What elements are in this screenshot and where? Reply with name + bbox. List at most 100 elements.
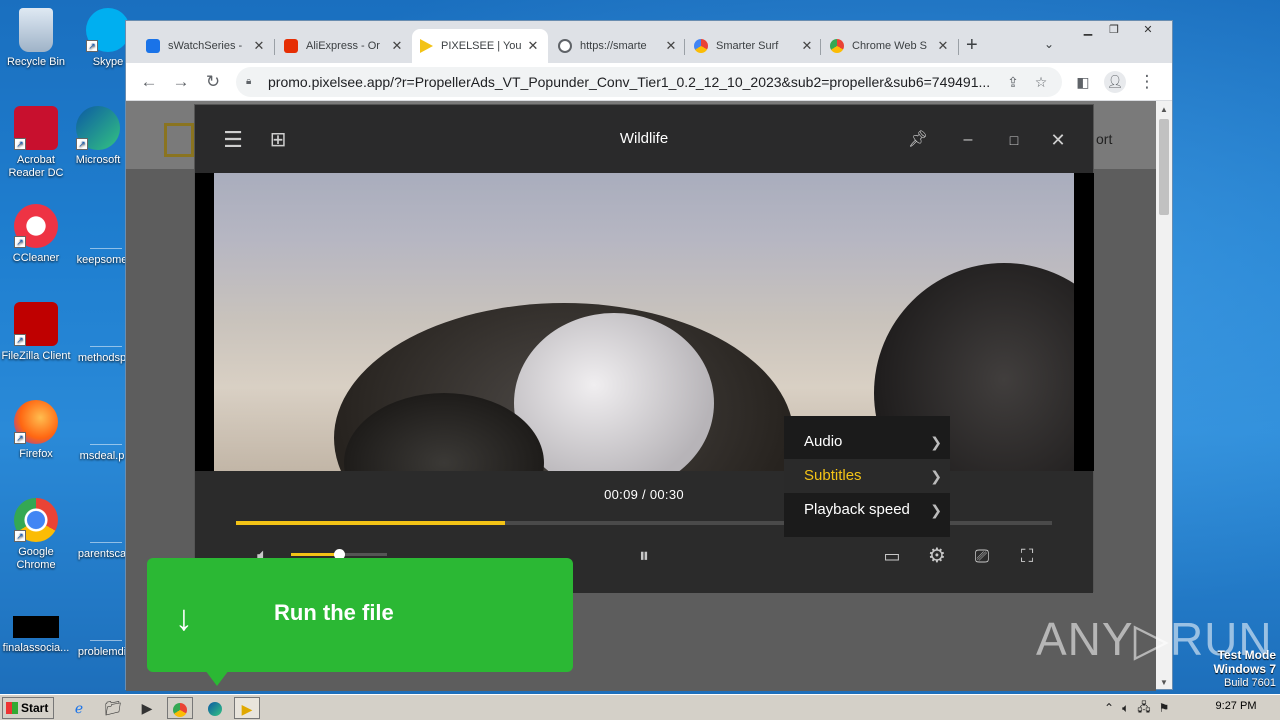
scroll-thumb[interactable]: [1159, 119, 1169, 215]
test-mode-notice: Test Mode Windows 7 Build 7601: [1170, 648, 1276, 690]
chrome-web-store-favicon-icon: [830, 39, 844, 53]
scroll-up-icon[interactable]: ▲: [1156, 105, 1172, 114]
support-link[interactable]: ort: [1096, 131, 1112, 147]
taskbar-media-player-icon[interactable]: ▶: [134, 697, 160, 719]
tab-search-chevron-icon[interactable]: ⌄: [1044, 37, 1054, 51]
desktop-icon-finalassocia[interactable]: finalassocia...: [0, 616, 72, 655]
minimize-icon[interactable]: –: [955, 127, 981, 153]
volume-slider-fill: [291, 553, 339, 556]
add-media-icon[interactable]: ⊞: [265, 127, 291, 153]
menu-item-audio[interactable]: Audio ❯: [784, 425, 950, 459]
desktop-icon-label: problemdi: [77, 646, 127, 658]
restore-window-button[interactable]: ❐: [1100, 21, 1128, 39]
reload-icon[interactable]: ↻: [202, 71, 224, 93]
forward-arrow-icon[interactable]: →: [170, 71, 192, 93]
chevron-right-icon: ❯: [930, 468, 942, 484]
desktop-icon-label: CCleaner: [12, 252, 60, 264]
bookmark-star-icon[interactable]: ☆: [1030, 74, 1052, 91]
chrome-icon: ↗: [14, 498, 58, 542]
desktop-icon-label: Google Chrome: [16, 546, 56, 571]
desktop-divider: [90, 248, 122, 249]
settings-gear-icon[interactable]: ⚙︎: [922, 541, 952, 571]
close-icon[interactable]: ✕: [1045, 127, 1071, 153]
tab-pixelsee[interactable]: PIXELSEE | You ✕: [412, 29, 548, 63]
swatchseries-favicon-icon: [146, 39, 160, 53]
volume-slider[interactable]: [291, 549, 387, 560]
lock-icon: 🔒︎: [246, 76, 252, 87]
clock[interactable]: 9:27 PM: [1196, 700, 1276, 712]
close-tab-icon[interactable]: ✕: [252, 38, 266, 54]
desktop-icon-edge[interactable]: ↗ Microsoft: [62, 106, 134, 167]
seek-bar-fill: [236, 521, 506, 525]
profile-avatar-icon[interactable]: 👤︎: [1104, 71, 1126, 93]
maximize-icon[interactable]: □: [1001, 127, 1027, 153]
address-bar[interactable]: 🔒︎ promo.pixelsee.app/?r=PropellerAds_VT…: [236, 67, 1062, 97]
desktop-icon-label: parentsca: [77, 548, 127, 560]
site-logo-icon[interactable]: [164, 123, 194, 157]
desktop-icon-label: Acrobat Reader DC: [8, 154, 64, 179]
url-text[interactable]: promo.pixelsee.app/?r=PropellerAds_VT_Po…: [268, 74, 996, 90]
more-menu-icon[interactable]: ⋮: [1136, 71, 1158, 93]
tab-smarter-surf[interactable]: Smarter Surf ✕: [686, 29, 822, 63]
taskbar-pixelsee-icon[interactable]: ▶: [234, 697, 260, 719]
desktop-icon-label: finalassocia...: [2, 642, 70, 654]
tab-label: Chrome Web S: [852, 40, 927, 52]
pixelsee-favicon-icon: [420, 39, 433, 53]
new-tab-button[interactable]: +: [966, 35, 978, 55]
back-arrow-icon[interactable]: ←: [138, 71, 160, 93]
tray-expand-icon[interactable]: ⌃: [1104, 701, 1114, 715]
desktop-icon-recycle-bin[interactable]: Recycle Bin: [0, 8, 72, 69]
recycle-bin-icon: [19, 8, 53, 52]
tab-chrome-web-store[interactable]: Chrome Web S ✕: [822, 29, 958, 63]
network-icon[interactable]: 🖧: [1137, 698, 1150, 719]
close-tab-icon[interactable]: ✕: [390, 38, 404, 54]
letterbox-left: [195, 173, 214, 471]
close-tab-icon[interactable]: ✕: [664, 38, 678, 54]
menu-item-playback-speed[interactable]: Playback speed ❯: [784, 493, 950, 527]
tab-aliexpress[interactable]: AliExpress - Or ✕: [276, 29, 412, 63]
globe-icon: [558, 39, 572, 53]
black-file-icon: [13, 616, 59, 638]
close-tab-icon[interactable]: ✕: [526, 38, 540, 54]
subtitles-icon[interactable]: ▭: [877, 541, 907, 571]
minimize-window-button[interactable]: ▁: [1074, 21, 1102, 39]
desktop-icon-label: Firefox: [19, 448, 53, 460]
chevron-right-icon: ❯: [930, 502, 942, 518]
fullscreen-icon[interactable]: ⛶: [1012, 541, 1042, 571]
speaker-icon[interactable]: 🔈︎: [1122, 701, 1129, 716]
taskbar-edge-icon[interactable]: [202, 697, 228, 719]
pin-icon[interactable]: 📌︎: [905, 127, 931, 153]
pause-icon[interactable]: ⏸︎: [629, 541, 659, 571]
tab-smarte[interactable]: https://smarte ✕: [550, 29, 686, 63]
desktop-icon-filezilla[interactable]: ↗ FileZilla Client: [0, 302, 72, 363]
taskbar-chrome-icon[interactable]: [167, 697, 193, 719]
desktop-icon-ccleaner[interactable]: ↗ CCleaner: [0, 204, 72, 265]
desktop-icon-firefox[interactable]: ↗ Firefox: [0, 400, 72, 461]
start-button[interactable]: Start: [2, 697, 54, 719]
tab-swatchseries[interactable]: sWatchSeries - ✕: [138, 29, 274, 63]
close-tab-icon[interactable]: ✕: [800, 38, 814, 54]
desktop-icon-chrome[interactable]: ↗ Google Chrome: [0, 498, 72, 572]
run-file-banner[interactable]: ↓ Run the file: [147, 558, 573, 686]
cast-icon[interactable]: ⎚: [967, 541, 997, 571]
desktop-icon-label: msdeal.p: [79, 450, 125, 462]
edge-icon: ↗: [76, 106, 120, 150]
close-window-button[interactable]: ✕: [1134, 21, 1162, 39]
menu-item-subtitles[interactable]: Subtitles ❯: [784, 459, 950, 493]
share-icon[interactable]: ⇪: [1002, 74, 1024, 91]
side-panel-icon[interactable]: ◧: [1072, 71, 1094, 93]
tab-separator: [958, 39, 959, 55]
hamburger-menu-icon[interactable]: ☰: [220, 127, 246, 153]
desktop-divider: [90, 640, 122, 641]
download-arrow-icon: ↓: [175, 597, 193, 638]
test-mode-label: Test Mode: [1217, 648, 1276, 662]
page-scrollbar[interactable]: ▲ ▼: [1156, 101, 1172, 689]
browser-toolbar: ← → ↻ 🔒︎ promo.pixelsee.app/?r=Propeller…: [126, 63, 1172, 101]
settings-menu: Audio ❯ Subtitles ❯ Playback speed ❯: [784, 416, 950, 537]
taskbar-explorer-icon[interactable]: 📁︎: [100, 697, 126, 719]
tab-strip: sWatchSeries - ✕ AliExpress - Or ✕ PIXEL…: [126, 21, 1172, 63]
action-center-flag-icon[interactable]: ⚑: [1159, 701, 1170, 715]
close-tab-icon[interactable]: ✕: [936, 38, 950, 54]
media-player-window: Wildlife ☰ ⊞ 📌︎ – □ ✕ 00:09 / 00:30 🔈︎ ⏸…: [194, 104, 1094, 593]
taskbar-ie-icon[interactable]: ℯ: [66, 697, 92, 719]
